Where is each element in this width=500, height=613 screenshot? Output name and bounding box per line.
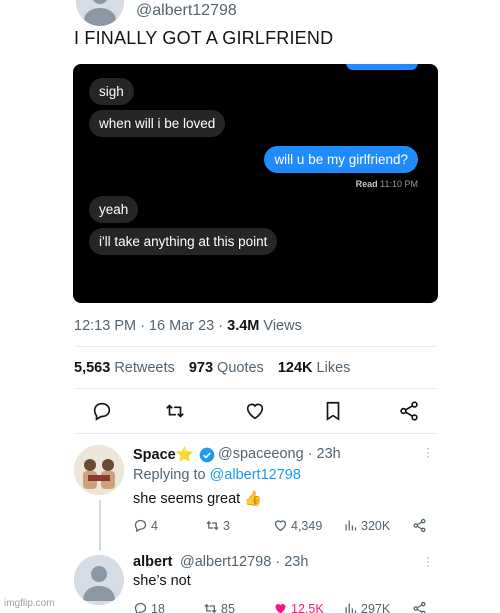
- cropped-outgoing-bubble: [346, 64, 418, 70]
- chat-bubble-incoming: yeah: [89, 196, 139, 223]
- reply-button[interactable]: 18: [133, 601, 165, 613]
- reply-icon: [134, 602, 147, 613]
- reply-icon[interactable]: [91, 400, 113, 422]
- reply-handle-time[interactable]: @spaceeong · 23h: [218, 446, 341, 462]
- tweet-text: I FINALLY GOT A GIRLFRIEND: [74, 28, 334, 48]
- like-icon: [274, 520, 287, 532]
- reply-text: she seems great 👍: [133, 491, 263, 507]
- retweet-icon: [204, 603, 217, 613]
- chat-screenshot[interactable]: sigh when will i be loved will u be my g…: [73, 64, 438, 303]
- chat-bubble-incoming: i'll take anything at this point: [89, 228, 278, 255]
- like-icon[interactable]: [244, 400, 266, 422]
- star-emoji: ⭐: [175, 447, 194, 463]
- replying-to: Replying to @albert12798: [133, 467, 301, 483]
- tweet-stats: 5,563 Retweets 973 Quotes 124K Likes: [74, 360, 360, 376]
- avatar-image: [74, 445, 124, 495]
- retweets-stat[interactable]: 5,563 Retweets: [74, 360, 175, 376]
- reply-author-name[interactable]: albert: [133, 554, 173, 570]
- divider: [74, 433, 438, 434]
- chat-bubble-incoming: when will i be loved: [89, 110, 226, 137]
- views-count: 3.4M: [227, 318, 260, 334]
- likes-stat[interactable]: 124K Likes: [278, 360, 351, 376]
- read-receipt: Read 11:10 PM: [355, 179, 418, 189]
- like-button-active[interactable]: 12.5K: [273, 601, 324, 613]
- like-button[interactable]: 4,349: [273, 518, 322, 533]
- reply-handle-time[interactable]: @albert12798 · 23h: [180, 554, 308, 570]
- views-icon: [345, 603, 357, 613]
- more-options-icon[interactable]: · · ·: [426, 442, 430, 462]
- reply-avatar[interactable]: [74, 445, 124, 495]
- reply-icon: [134, 519, 147, 533]
- author-avatar[interactable]: [76, 0, 124, 26]
- reply-author-name[interactable]: Space⭐: [133, 446, 194, 463]
- reply-actions: 18 85 12.5K 297K: [133, 601, 433, 613]
- reply-button[interactable]: 4: [133, 518, 158, 533]
- retweet-icon: [206, 520, 219, 531]
- views-button[interactable]: 297K: [343, 601, 390, 613]
- tweet-actions: [74, 400, 434, 422]
- quotes-stat[interactable]: 973 Quotes: [189, 360, 264, 376]
- retweet-button[interactable]: 3: [205, 518, 230, 533]
- more-options-icon[interactable]: · · ·: [426, 551, 430, 571]
- author-handle[interactable]: @albert12798: [136, 2, 237, 20]
- liked-heart-icon: [275, 604, 286, 613]
- watermark: imgflip.com: [4, 598, 55, 609]
- chat-bubble-outgoing: will u be my girlfriend?: [264, 146, 418, 173]
- tweet-timestamp[interactable]: 12:13 PM · 16 Mar 23 ·: [74, 318, 227, 334]
- divider: [74, 346, 438, 347]
- bookmark-icon[interactable]: [322, 400, 344, 422]
- retweet-button[interactable]: 85: [203, 601, 235, 613]
- divider: [74, 388, 438, 389]
- verified-badge-icon: [199, 447, 215, 463]
- avatar-head-shape: [92, 0, 108, 4]
- tweet-meta: 12:13 PM · 16 Mar 23 · 3.4M Views: [74, 318, 302, 334]
- default-avatar-icon: [74, 555, 124, 605]
- views-label: Views: [259, 318, 302, 334]
- reply-text: she’s not: [133, 573, 191, 589]
- thread-connector-line: [99, 500, 101, 550]
- avatar-body-shape: [84, 8, 116, 26]
- reply-actions: 4 3 4,349 320K: [133, 518, 433, 534]
- share-icon[interactable]: [412, 601, 427, 613]
- share-icon[interactable]: [398, 400, 420, 422]
- reply-avatar[interactable]: [74, 555, 124, 605]
- retweet-icon[interactable]: [164, 400, 186, 422]
- chat-bubble-incoming: sigh: [89, 78, 134, 105]
- share-icon[interactable]: [412, 518, 427, 533]
- replying-to-link[interactable]: @albert12798: [210, 467, 301, 483]
- views-icon: [345, 520, 357, 531]
- views-button[interactable]: 320K: [343, 518, 390, 533]
